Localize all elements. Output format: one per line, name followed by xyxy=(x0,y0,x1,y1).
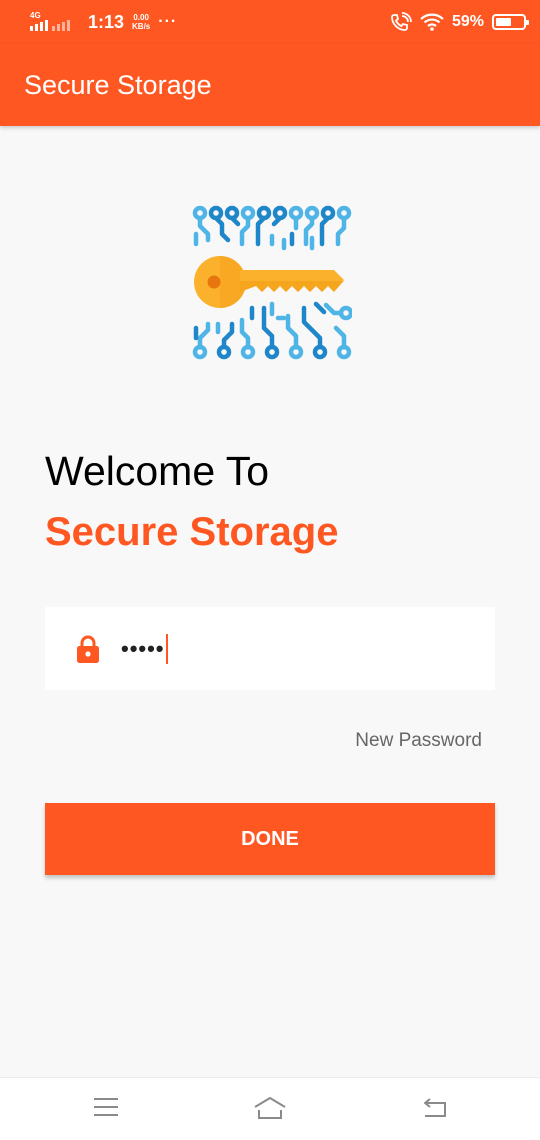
network-type: 4G xyxy=(30,11,41,20)
password-input[interactable]: ••••• xyxy=(121,636,165,662)
signal-icon: 4G xyxy=(30,11,80,33)
text-cursor xyxy=(165,633,168,664)
battery-icon xyxy=(492,14,529,30)
done-button[interactable]: DONE xyxy=(45,803,495,875)
speed-value: 0.00 xyxy=(133,13,149,22)
lock-icon xyxy=(77,635,99,663)
wifi-icon xyxy=(420,13,444,31)
navigation-bar xyxy=(0,1077,540,1140)
home-icon[interactable] xyxy=(253,1096,287,1120)
network-speed: 0.00 KB/s xyxy=(132,13,150,31)
password-field[interactable]: ••••• xyxy=(45,607,495,690)
clock: 1:13 xyxy=(88,11,125,32)
welcome-heading: Welcome To xyxy=(45,448,270,494)
speed-unit: KB/s xyxy=(132,22,151,31)
status-bar: 4G 1:13 0.00 KB/s ··· 59% xyxy=(0,0,540,44)
new-password-link[interactable]: New Password xyxy=(355,730,482,752)
back-icon[interactable] xyxy=(422,1096,448,1118)
app-bar: Secure Storage xyxy=(0,44,540,126)
more-notifications-icon: ··· xyxy=(158,13,178,30)
app-title: Secure Storage xyxy=(24,69,212,100)
battery-level xyxy=(496,18,511,26)
brand-title: Secure Storage xyxy=(45,510,339,554)
menu-icon[interactable] xyxy=(93,1096,119,1118)
call-wifi-icon xyxy=(391,12,412,31)
battery-percent: 59% xyxy=(451,13,484,30)
key-circuit-icon xyxy=(192,205,352,360)
